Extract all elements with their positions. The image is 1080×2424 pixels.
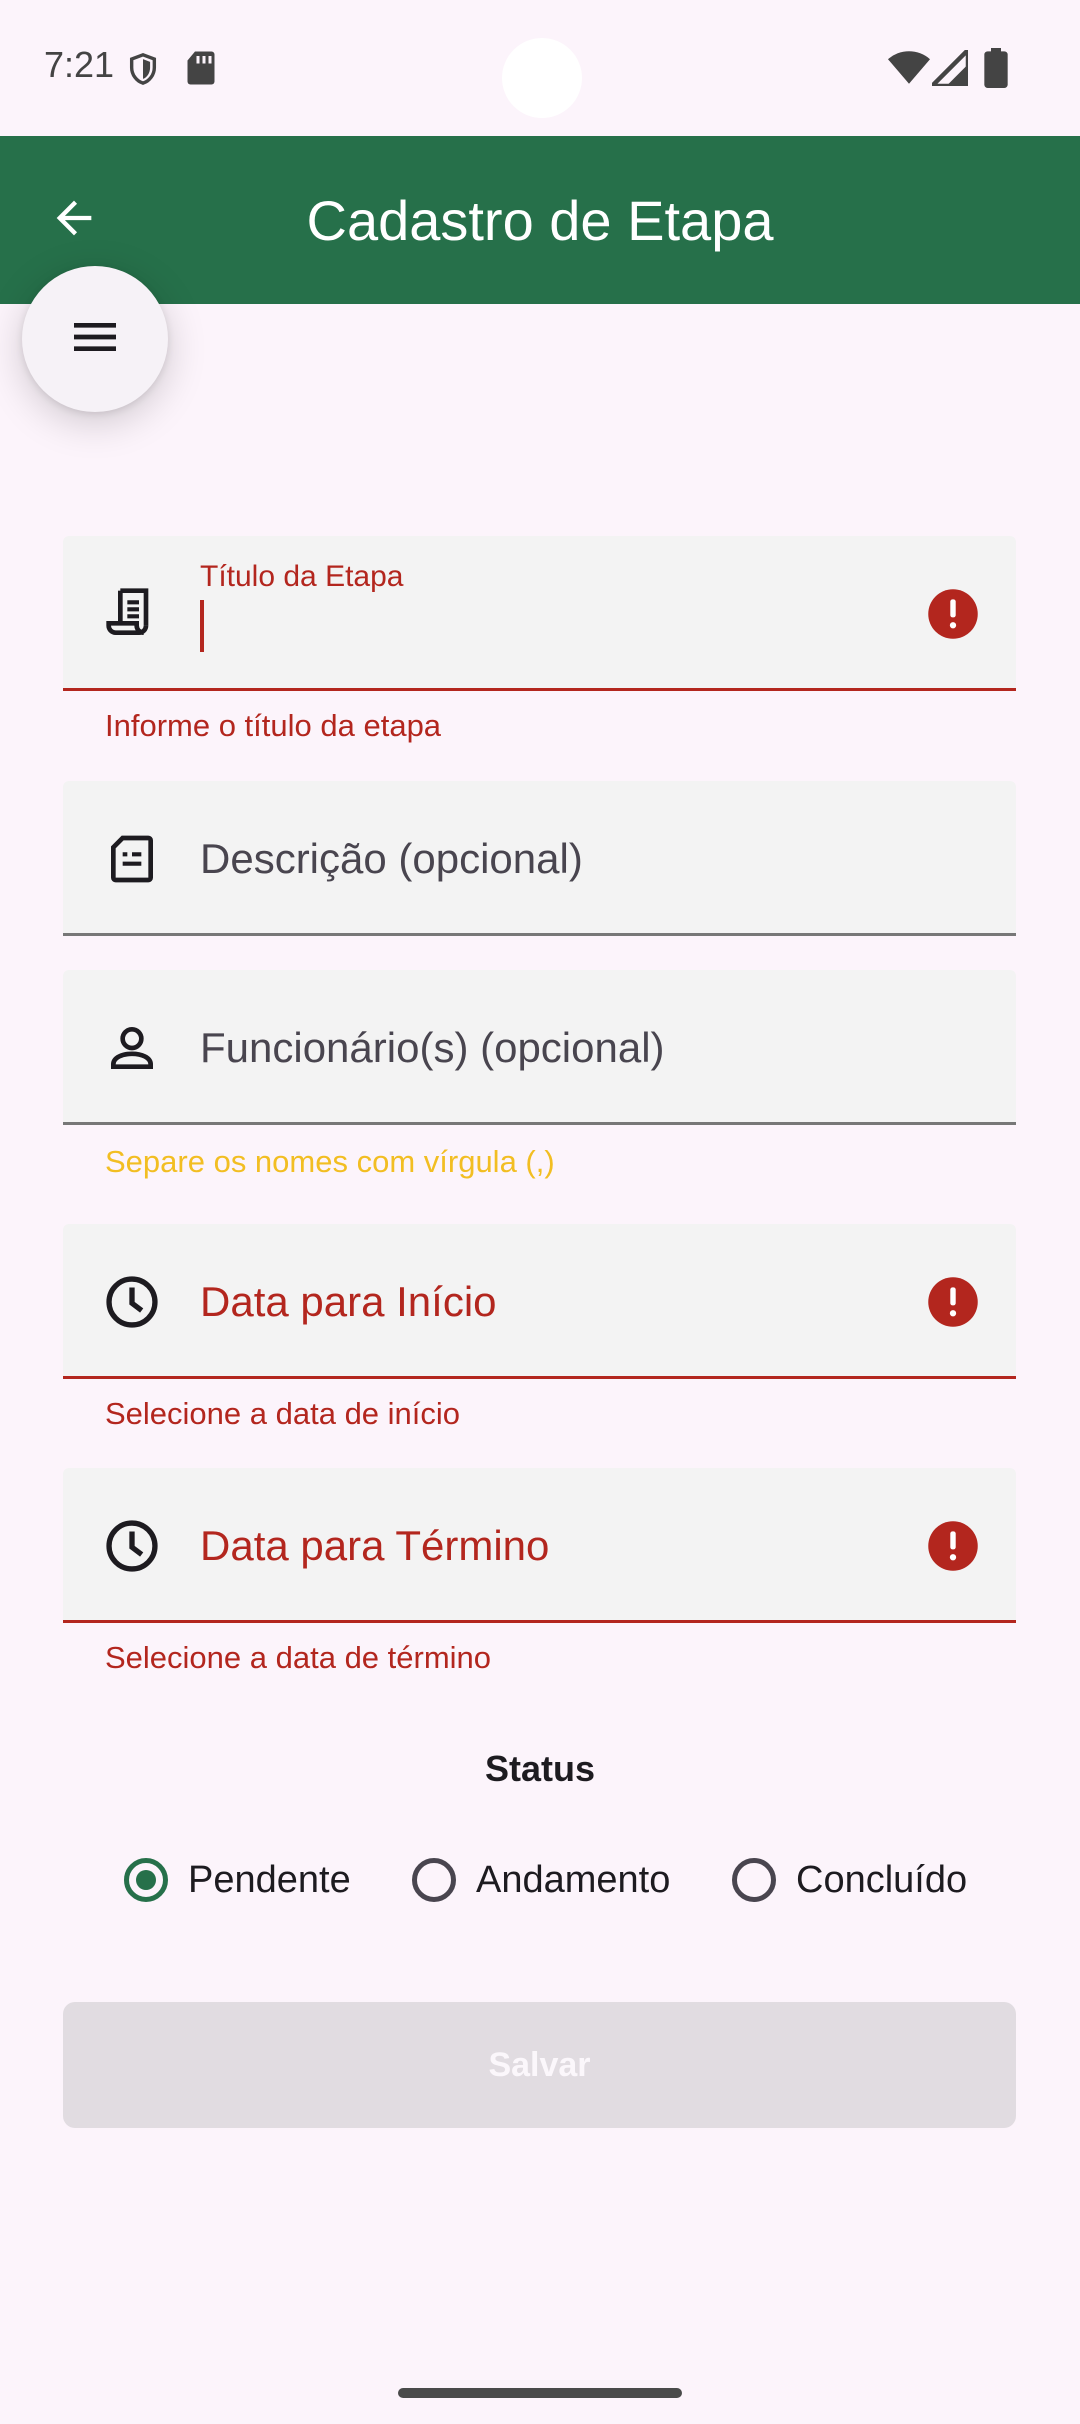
field-underline	[63, 933, 1016, 936]
status-bar: 7:21	[0, 0, 1080, 136]
data-inicio-error-text: Selecione a data de início	[105, 1396, 461, 1431]
camera-cutout	[502, 38, 582, 118]
descricao-label: Descrição (opcional)	[200, 834, 583, 882]
data-termino-error-text: Selecione a data de término	[105, 1640, 492, 1675]
sd-card-icon	[186, 50, 216, 91]
field-underline	[63, 688, 1016, 691]
data-inicio-label: Data para Início	[200, 1277, 497, 1325]
field-underline	[63, 1620, 1016, 1623]
descricao-field[interactable]: Descrição (opcional)	[63, 781, 1016, 936]
person-icon	[103, 1019, 161, 1077]
radio-label: Concluído	[796, 1858, 968, 1901]
save-button[interactable]: Salvar	[63, 2002, 1016, 2128]
field-underline	[63, 1122, 1016, 1125]
data-termino-label: Data para Término	[200, 1521, 550, 1569]
funcionarios-helper-text: Separe os nomes com vírgula (,)	[105, 1144, 555, 1179]
radio-andamento[interactable]: Andamento	[412, 1850, 670, 1910]
error-icon	[926, 1519, 980, 1573]
text-cursor	[200, 600, 204, 652]
status-time: 7:21	[44, 44, 115, 85]
signal-icon	[926, 44, 971, 91]
receipt-icon	[103, 585, 161, 643]
titulo-label: Título da Etapa	[200, 560, 404, 593]
error-icon	[926, 1275, 980, 1329]
radio-concluido[interactable]: Concluído	[732, 1850, 967, 1910]
menu-icon	[67, 309, 123, 370]
radio-label: Andamento	[476, 1858, 671, 1901]
battery-icon	[984, 48, 1008, 93]
funcionarios-label: Funcionário(s) (opcional)	[200, 1023, 665, 1071]
clock-icon	[103, 1273, 161, 1331]
shield-icon	[126, 50, 160, 93]
page-title: Cadastro de Etapa	[306, 189, 774, 252]
description-icon	[103, 830, 161, 888]
radio-pendente[interactable]: Pendente	[124, 1850, 351, 1910]
clock-icon	[103, 1517, 161, 1575]
radio-label: Pendente	[188, 1858, 351, 1901]
data-inicio-field[interactable]: Data para Início	[63, 1224, 1016, 1379]
wifi-icon	[888, 50, 930, 91]
home-indicator[interactable]	[398, 2388, 682, 2398]
titulo-field[interactable]: Título da Etapa	[63, 536, 1016, 691]
save-button-label: Salvar	[488, 2045, 591, 2084]
radio-circle	[412, 1858, 456, 1902]
radio-circle	[732, 1858, 776, 1902]
error-icon	[926, 587, 980, 641]
radio-circle	[124, 1858, 168, 1902]
funcionarios-field[interactable]: Funcionário(s) (opcional)	[63, 970, 1016, 1125]
back-button[interactable]	[36, 176, 112, 264]
data-termino-field[interactable]: Data para Término	[63, 1468, 1016, 1623]
field-underline	[63, 1376, 1016, 1379]
menu-button[interactable]	[22, 266, 168, 412]
status-title: Status	[484, 1748, 596, 1789]
titulo-error-text: Informe o título da etapa	[105, 708, 442, 743]
arrow-back-icon	[48, 192, 100, 249]
